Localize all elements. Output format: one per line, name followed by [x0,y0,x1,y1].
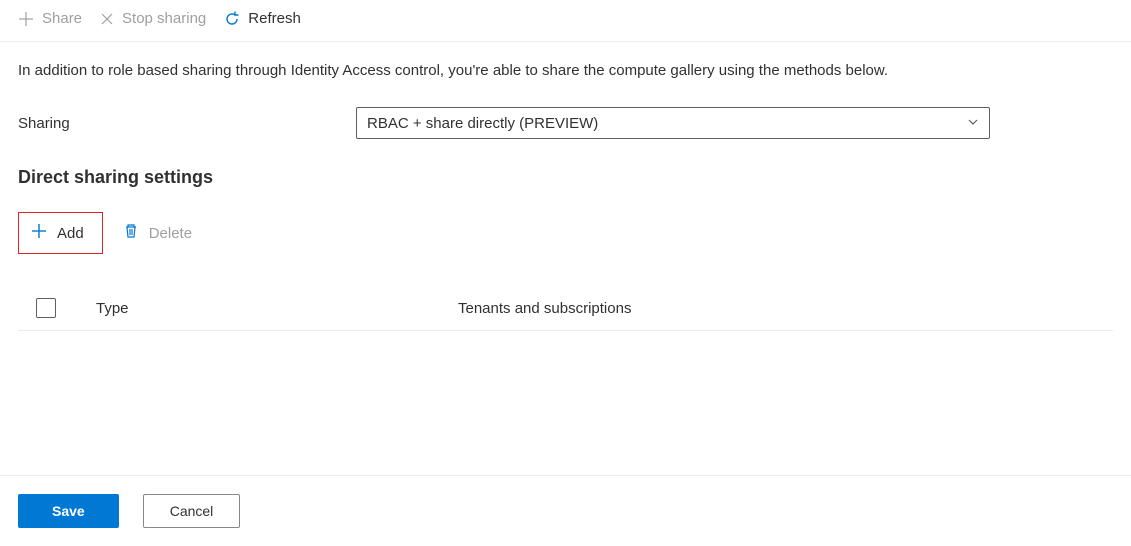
close-icon [100,12,114,26]
delete-button[interactable]: Delete [113,215,202,251]
column-header-type[interactable]: Type [96,300,458,317]
share-label: Share [42,10,82,27]
delete-label: Delete [149,225,192,242]
chevron-down-icon [967,115,979,131]
content-area: In addition to role based sharing throug… [0,42,1131,331]
trash-icon [123,223,139,243]
save-button[interactable]: Save [18,494,119,528]
section-title: Direct sharing settings [18,167,1113,188]
stop-sharing-label: Stop sharing [122,10,206,27]
plus-icon [31,223,47,243]
share-button[interactable]: Share [18,10,82,27]
sharing-label: Sharing [18,115,356,132]
sharing-select-value: RBAC + share directly (PREVIEW) [367,115,967,132]
footer: Save Cancel [0,475,1131,546]
table-header: Type Tenants and subscriptions [18,286,1113,331]
refresh-button[interactable]: Refresh [224,10,301,27]
cancel-button[interactable]: Cancel [143,494,241,528]
sharing-select[interactable]: RBAC + share directly (PREVIEW) [356,107,990,139]
refresh-label: Refresh [248,10,301,27]
stop-sharing-button[interactable]: Stop sharing [100,10,206,27]
select-all-cell [36,298,96,318]
column-header-tenants[interactable]: Tenants and subscriptions [458,300,631,317]
sharing-row: Sharing RBAC + share directly (PREVIEW) [18,107,1113,139]
refresh-icon [224,11,240,27]
plus-icon [18,11,34,27]
add-button[interactable]: Add [18,212,103,254]
toolbar: Share Stop sharing Refresh [0,0,1131,42]
action-row: Add Delete [18,212,1113,254]
select-all-checkbox[interactable] [36,298,56,318]
add-label: Add [57,225,84,242]
description-text: In addition to role based sharing throug… [18,62,1113,79]
